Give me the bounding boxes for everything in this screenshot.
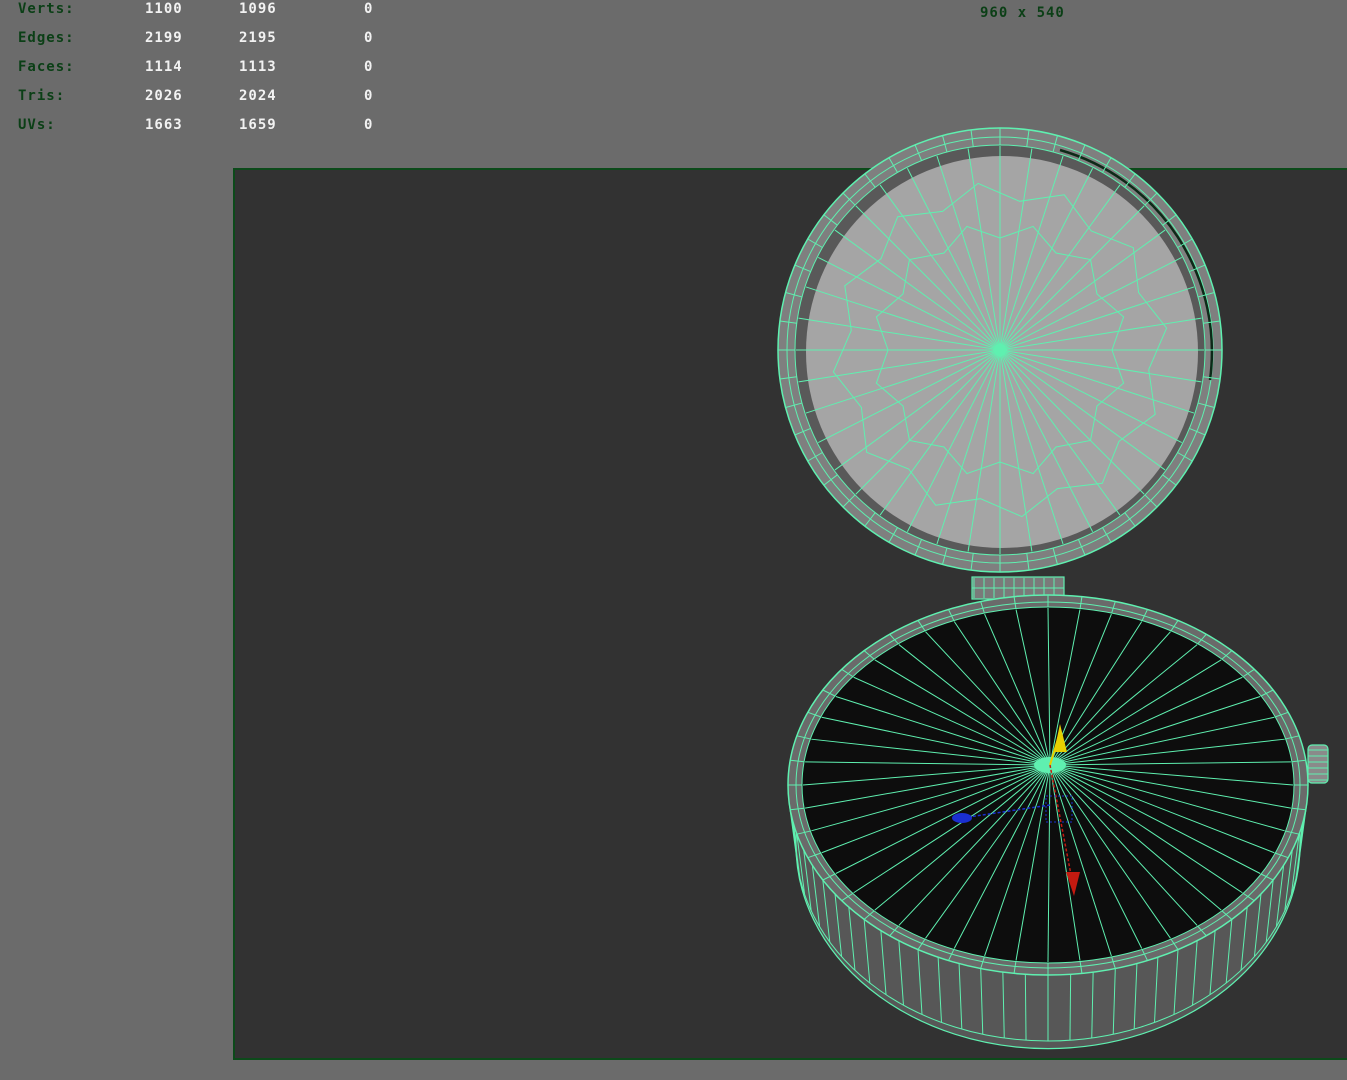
hud-value-component: 0: [364, 30, 374, 46]
hud-label: Faces:: [18, 59, 75, 75]
z-axis-cone: [952, 813, 972, 823]
hud-value-selected: 1096: [239, 1, 277, 17]
hud-label: UVs:: [18, 117, 56, 133]
hud-value-object: 1100: [145, 1, 183, 17]
hud-value-selected: 1113: [239, 59, 277, 75]
hud-value-object: 2026: [145, 88, 183, 104]
hud-label: Edges:: [18, 30, 75, 46]
resolution-gate-label: 960 x 540: [980, 5, 1065, 21]
hud-value-object: 1114: [145, 59, 183, 75]
lid-center-vertex: [994, 344, 1006, 356]
hud-value-selected: 2024: [239, 88, 277, 104]
hud-label: Tris:: [18, 88, 66, 104]
hud-row-verts: Verts: 1100 1096 0: [0, 0, 400, 20]
hud-value-component: 0: [364, 117, 374, 133]
hud-value-object: 2199: [145, 30, 183, 46]
hud-value-component: 0: [364, 88, 374, 104]
hud-value-component: 0: [364, 59, 374, 75]
hud-value-selected: 2195: [239, 30, 277, 46]
crown-knob: [1307, 744, 1329, 784]
poly-count-hud: Verts: 1100 1096 0 Edges: 2199 2195 0 Fa…: [0, 0, 400, 140]
case-wall-edge: [1024, 974, 1027, 1041]
hud-row-uvs: UVs: 1663 1659 0: [0, 116, 400, 136]
hud-label: Verts:: [18, 1, 75, 17]
hud-row-edges: Edges: 2199 2195 0: [0, 29, 400, 49]
hud-row-tris: Tris: 2026 2024 0: [0, 87, 400, 107]
case-wall-edge: [1069, 974, 1072, 1041]
hud-value-selected: 1659: [239, 117, 277, 133]
hud-value-object: 1663: [145, 117, 183, 133]
scene-canvas[interactable]: [0, 0, 1347, 1080]
maya-viewport[interactable]: Verts: 1100 1096 0 Edges: 2199 2195 0 Fa…: [0, 0, 1347, 1080]
hud-value-component: 0: [364, 1, 374, 17]
hud-row-faces: Faces: 1114 1113 0: [0, 58, 400, 78]
